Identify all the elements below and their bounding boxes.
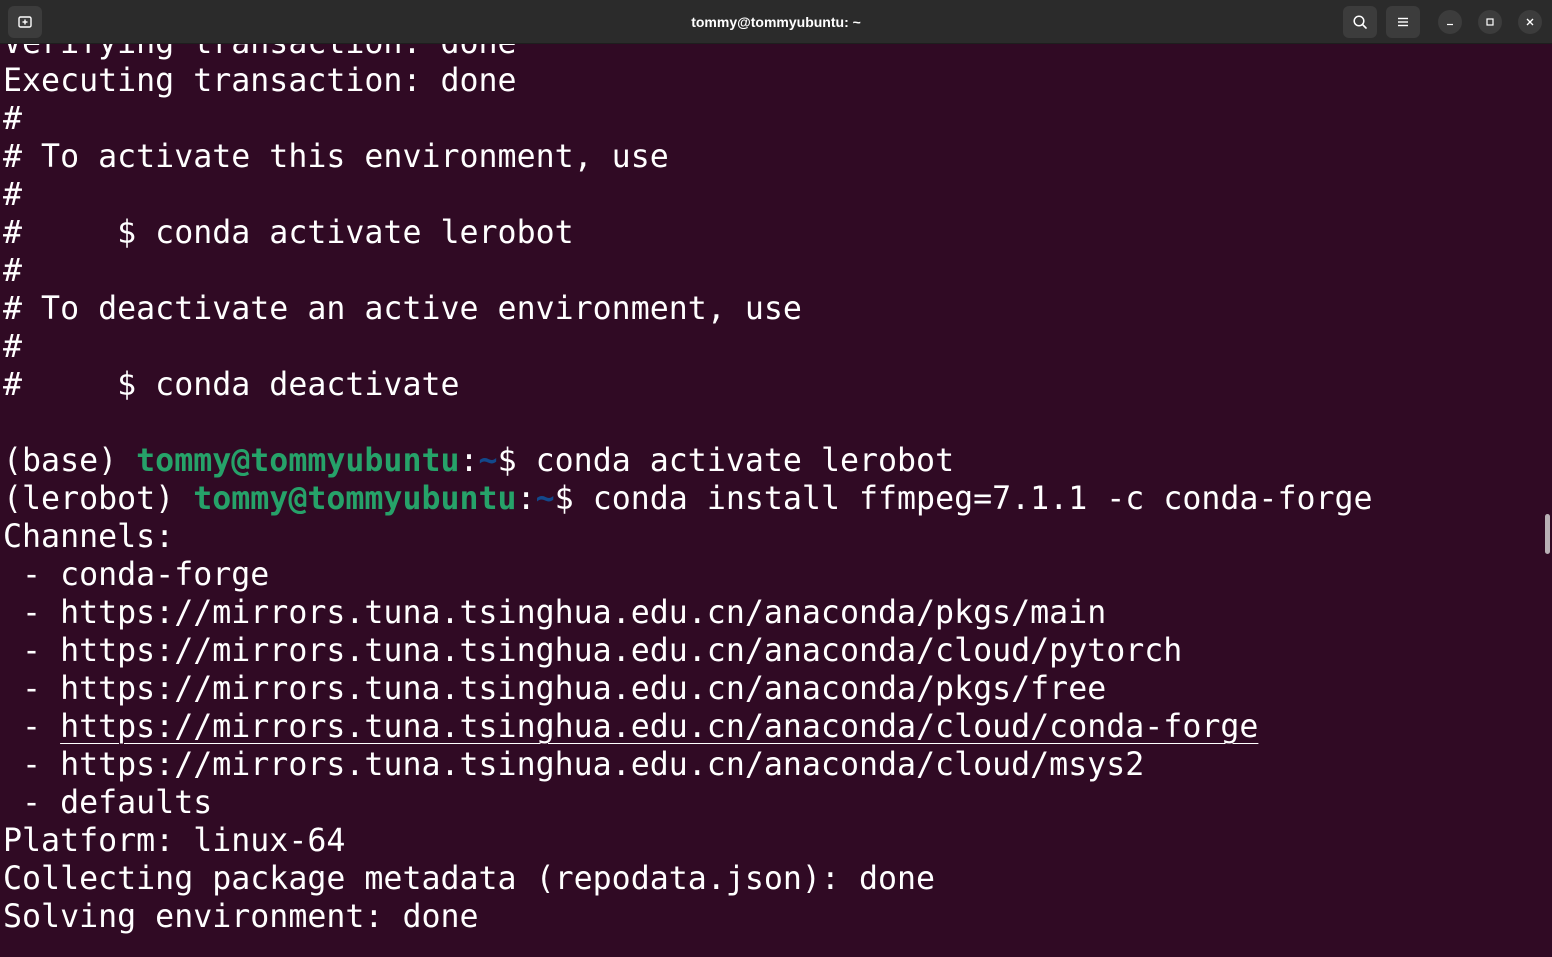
prompt-command: conda install ffmpeg=7.1.1 -c conda-forg… (592, 481, 1373, 517)
hamburger-menu-icon (1398, 17, 1408, 27)
close-icon (1526, 18, 1534, 26)
solving-line: Solving environment: done (3, 899, 479, 935)
channel-url[interactable]: https://mirrors.tuna.tsinghua.edu.cn/ana… (60, 633, 1182, 669)
channel-bullet: - (3, 671, 61, 707)
channel-url[interactable]: https://mirrors.tuna.tsinghua.edu.cn/ana… (60, 671, 1106, 707)
terminal-window: tommy@tommyubuntu: ~ Executing transacti… (0, 0, 1552, 957)
channel-item: - https://mirrors.tuna.tsinghua.edu.cn/a… (3, 670, 1373, 708)
channel-item: - https://mirrors.tuna.tsinghua.edu.cn/a… (3, 708, 1373, 746)
terminal-scrollbar[interactable] (1543, 44, 1552, 957)
terminal-line: # (3, 329, 23, 365)
channel-item: - defaults (3, 784, 1373, 822)
prompt-env: (base) (3, 443, 137, 479)
prompt-path: ~ (535, 481, 555, 517)
channel-bullet: - (3, 557, 61, 593)
minimize-icon (1447, 23, 1453, 26)
terminal-line: # (3, 101, 23, 137)
prompt-command: conda activate lerobot (535, 443, 955, 479)
prompt-env: (lerobot) (3, 481, 194, 517)
channel-bullet: - (3, 633, 61, 669)
window-title: tommy@tommyubuntu: ~ (691, 14, 861, 30)
search-button[interactable] (1343, 6, 1377, 38)
terminal-line: # To deactivate an active environment, u… (3, 291, 802, 327)
title-bar: tommy@tommyubuntu: ~ (0, 0, 1552, 44)
prompt-colon: : (459, 443, 479, 479)
prompt-line-lerobot: (lerobot) tommy@tommyubuntu:~$ conda ins… (3, 480, 1373, 518)
terminal-line: # (3, 253, 23, 289)
channel-name: conda-forge (60, 557, 270, 593)
prompt-dollar: $ (497, 443, 536, 479)
minimize-button[interactable] (1438, 10, 1462, 34)
terminal-line: Executing transaction: done (3, 63, 517, 99)
channel-url[interactable]: https://mirrors.tuna.tsinghua.edu.cn/ana… (60, 747, 1144, 783)
terminal-lines: Verifying transaction: done Executing tr… (3, 44, 1373, 936)
scrollbar-thumb[interactable] (1545, 514, 1550, 554)
terminal-line: Verifying transaction: done (3, 44, 1373, 62)
channel-url[interactable]: https://mirrors.tuna.tsinghua.edu.cn/ana… (60, 595, 1106, 631)
new-tab-icon (18, 16, 32, 28)
channels-header: Channels: (3, 519, 175, 555)
channel-item: - conda-forge (3, 556, 1373, 594)
collecting-line: Collecting package metadata (repodata.js… (3, 861, 936, 897)
close-button[interactable] (1518, 10, 1542, 34)
maximize-icon (1486, 18, 1494, 26)
terminal-line: # (3, 177, 23, 213)
channel-bullet: - (3, 747, 61, 783)
channel-bullet: - (3, 709, 61, 745)
prompt-path: ~ (478, 443, 498, 479)
terminal-output[interactable]: Verifying transaction: done Executing tr… (0, 44, 1540, 957)
channel-url-hovered[interactable]: https://mirrors.tuna.tsinghua.edu.cn/ana… (60, 709, 1258, 745)
terminal-line: # $ conda deactivate (3, 367, 460, 403)
prompt-colon: : (516, 481, 536, 517)
new-tab-button[interactable] (8, 6, 42, 38)
prompt-dollar: $ (554, 481, 593, 517)
channel-item: - https://mirrors.tuna.tsinghua.edu.cn/a… (3, 594, 1373, 632)
terminal-line: # To activate this environment, use (3, 139, 669, 175)
terminal-line: # $ conda activate lerobot (3, 215, 574, 251)
prompt-user: tommy@tommyubuntu (193, 481, 517, 517)
channel-bullet: - (3, 785, 61, 821)
channel-name: defaults (60, 785, 213, 821)
menu-button[interactable] (1386, 6, 1420, 38)
channel-bullet: - (3, 595, 61, 631)
prompt-line-base: (base) tommy@tommyubuntu:~$ conda activa… (3, 442, 1373, 480)
channel-item: - https://mirrors.tuna.tsinghua.edu.cn/a… (3, 632, 1373, 670)
channel-item: - https://mirrors.tuna.tsinghua.edu.cn/a… (3, 746, 1373, 784)
platform-line: Platform: linux-64 (3, 823, 346, 859)
prompt-user: tommy@tommyubuntu (136, 443, 460, 479)
maximize-button[interactable] (1478, 10, 1502, 34)
search-icon (1353, 15, 1367, 29)
